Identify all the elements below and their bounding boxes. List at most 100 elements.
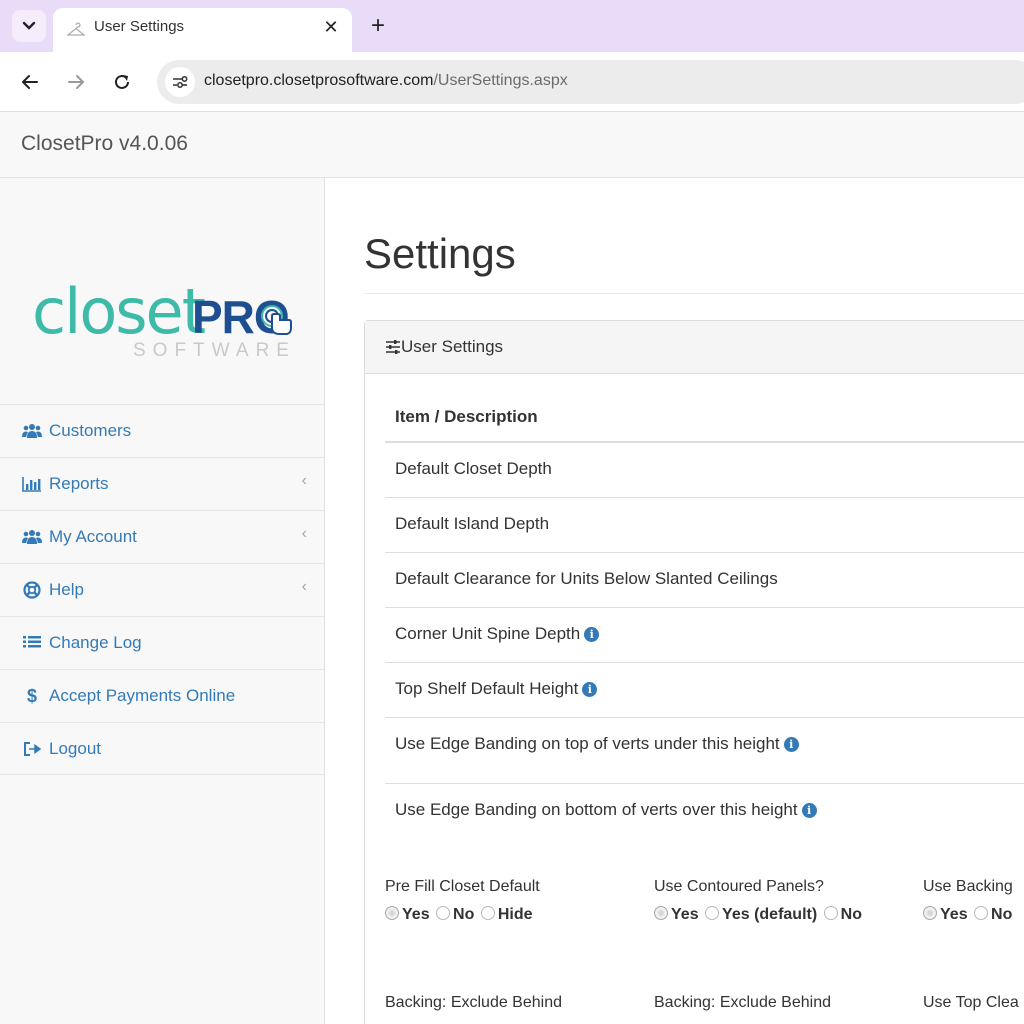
table-row: Default Island Depth bbox=[385, 498, 1024, 553]
table-header: Item / Description bbox=[385, 391, 1024, 443]
chevron-left-icon: ‹ bbox=[301, 525, 307, 542]
radio-no[interactable] bbox=[823, 906, 838, 920]
row-label: Default Island Depth bbox=[395, 514, 549, 534]
option-label: Use Contoured Panels? bbox=[654, 878, 824, 895]
row-text: Default Island Depth bbox=[395, 514, 550, 533]
dollar-icon: $ bbox=[26, 685, 37, 706]
option-label: Use Top Clea bbox=[923, 994, 1019, 1011]
sidebar-item-label: Change Log bbox=[49, 633, 142, 652]
forward-button[interactable] bbox=[62, 68, 90, 96]
title-divider bbox=[364, 293, 1024, 294]
sidebar-item-label: Logout bbox=[49, 739, 101, 758]
sidebar-item-label: Accept Payments Online bbox=[49, 686, 236, 705]
settings-table: Item / Description Default Closet Depth … bbox=[385, 391, 1024, 839]
radio-group: Yes No bbox=[923, 906, 1014, 924]
row-label: Default Closet Depth bbox=[395, 459, 552, 479]
radio-label: Yes bbox=[402, 906, 430, 923]
url-path: /UserSettings.aspx bbox=[433, 72, 568, 89]
radio-yes[interactable] bbox=[654, 906, 668, 920]
info-icon[interactable]: i bbox=[582, 682, 598, 697]
chevron-left-icon: ‹ bbox=[301, 472, 307, 489]
sidebar-item-label: Customers bbox=[49, 421, 132, 440]
back-button[interactable] bbox=[16, 68, 44, 96]
info-icon[interactable]: i bbox=[584, 627, 600, 642]
lifebuoy-icon bbox=[22, 580, 42, 600]
table-row: Use Edge Banding on top of verts under t… bbox=[385, 718, 1024, 784]
option-label: Use Backing bbox=[923, 878, 1013, 895]
browser-toolbar: closetpro.closetprosoftware.com/UserSett… bbox=[0, 52, 1024, 112]
row-label: Use Edge Banding on top of verts under t… bbox=[395, 734, 799, 754]
sidebar-item-accept-payments[interactable]: $ Accept Payments Online bbox=[0, 669, 325, 722]
sidebar-item-change-log[interactable]: Change Log bbox=[0, 616, 325, 669]
url-text: closetpro.closetprosoftware.com/UserSett… bbox=[204, 72, 568, 90]
main-content: Settings User Settings Item / Descriptio… bbox=[325, 178, 1024, 1024]
radio-no[interactable] bbox=[436, 906, 451, 920]
users-icon bbox=[22, 421, 42, 441]
sidebar: closet PRO SOFTWARE Customers Reports ‹ bbox=[0, 178, 325, 1024]
browser-tab[interactable]: User Settings ✕ bbox=[53, 8, 352, 52]
new-tab-button[interactable]: + bbox=[366, 12, 390, 39]
table-row: Use Edge Banding on bottom of verts over… bbox=[385, 784, 1024, 839]
radio-label: No bbox=[840, 906, 862, 923]
row-text: Default Clearance for Units Below Slante… bbox=[395, 569, 778, 588]
close-tab-icon[interactable]: ✕ bbox=[320, 16, 342, 38]
option-label: Backing: Exclude Behind bbox=[385, 994, 562, 1011]
table-row: Corner Unit Spine Depth i bbox=[385, 608, 1024, 663]
row-text: Use Edge Banding on bottom of verts over… bbox=[395, 800, 798, 819]
sidebar-item-label: Help bbox=[49, 580, 84, 599]
site-info-button[interactable] bbox=[165, 67, 195, 97]
radio-label: Hide bbox=[497, 906, 533, 923]
sidebar-item-my-account[interactable]: My Account ‹ bbox=[0, 510, 325, 563]
row-text: Use Edge Banding on top of verts under t… bbox=[395, 734, 780, 753]
reload-icon bbox=[115, 74, 129, 89]
radio-label: No bbox=[453, 906, 475, 923]
sidebar-item-reports[interactable]: Reports ‹ bbox=[0, 457, 325, 510]
option-contoured-panels: Use Contoured Panels? Yes Yes (default) … bbox=[654, 878, 864, 924]
radio-yes-default[interactable] bbox=[705, 906, 720, 920]
radio-group: Yes Yes (default) No bbox=[654, 906, 864, 924]
row-text: Corner Unit Spine Depth bbox=[395, 624, 581, 643]
reload-button[interactable] bbox=[108, 68, 136, 96]
row-label: Top Shelf Default Height i bbox=[395, 679, 598, 699]
radio-no[interactable] bbox=[974, 906, 989, 920]
radio-group: Yes No Hide bbox=[385, 906, 540, 924]
sidebar-item-logout[interactable]: Logout bbox=[0, 722, 325, 775]
panel-heading: User Settings bbox=[365, 321, 1024, 374]
table-row: Default Closet Depth bbox=[385, 443, 1024, 498]
info-icon[interactable]: i bbox=[801, 803, 817, 818]
table-row: Top Shelf Default Height i bbox=[385, 663, 1024, 718]
list-icon bbox=[22, 633, 42, 653]
radio-yes[interactable] bbox=[385, 906, 399, 920]
row-label: Corner Unit Spine Depth i bbox=[395, 624, 600, 644]
radio-label: Yes bbox=[671, 906, 699, 923]
radio-yes[interactable] bbox=[923, 906, 937, 920]
panel-title: User Settings bbox=[401, 337, 504, 356]
tab-search-button[interactable] bbox=[12, 10, 46, 42]
logout-icon bbox=[22, 739, 42, 759]
chevron-down-icon bbox=[22, 21, 36, 30]
closetpro-logo: closet PRO SOFTWARE bbox=[30, 278, 300, 368]
browser-tab-bar: User Settings ✕ + bbox=[0, 0, 1024, 52]
users-icon bbox=[22, 527, 42, 547]
url-host: closetpro.closetprosoftware.com bbox=[204, 72, 434, 89]
tune-icon bbox=[173, 76, 188, 88]
radio-label: Yes (default) bbox=[722, 906, 818, 923]
info-icon[interactable]: i bbox=[783, 737, 799, 752]
app-brand[interactable]: ClosetPro v4.0.06 bbox=[21, 132, 188, 156]
radio-hide[interactable] bbox=[480, 906, 495, 920]
sliders-icon bbox=[386, 340, 400, 354]
row-label: Default Clearance for Units Below Slante… bbox=[395, 569, 778, 589]
sidebar-item-help[interactable]: Help ‹ bbox=[0, 563, 325, 616]
option-label: Pre Fill Closet Default bbox=[385, 878, 540, 895]
option-backing-exclude-1: Backing: Exclude Behind bbox=[385, 994, 562, 1012]
chevron-left-icon: ‹ bbox=[301, 578, 307, 595]
option-use-top-clearance: Use Top Clea bbox=[923, 994, 1019, 1012]
option-backing-exclude-2: Backing: Exclude Behind bbox=[654, 994, 831, 1012]
option-label: Backing: Exclude Behind bbox=[654, 994, 831, 1011]
option-pre-fill-closet: Pre Fill Closet Default Yes No Hide bbox=[385, 878, 540, 924]
touch-hand-icon bbox=[261, 305, 292, 335]
sidebar-item-customers[interactable]: Customers bbox=[0, 404, 325, 457]
hanger-icon bbox=[67, 22, 85, 36]
bar-chart-icon bbox=[22, 474, 42, 494]
address-bar[interactable]: closetpro.closetprosoftware.com/UserSett… bbox=[157, 60, 1024, 104]
